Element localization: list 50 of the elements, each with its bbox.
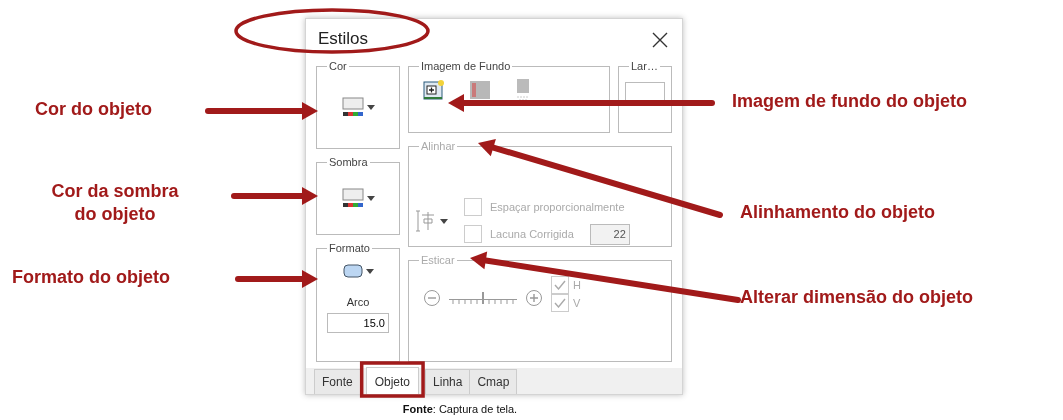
- zoom-in-button[interactable]: [525, 289, 543, 307]
- image-plus-icon: [423, 79, 445, 101]
- callout-label: Alinhamento do objeto: [740, 201, 935, 224]
- callout-label: Formato do objeto: [12, 266, 170, 289]
- caret-icon: [365, 268, 374, 274]
- group-label: Cor: [328, 61, 348, 72]
- arc-label: Arco: [346, 295, 370, 310]
- plus-circle-icon: [525, 289, 543, 307]
- arc-field[interactable]: 15.0: [327, 312, 389, 333]
- group-label: Esticar: [420, 255, 456, 266]
- check-icon: [554, 280, 566, 290]
- rounded-rectangle-icon: [342, 264, 363, 278]
- group-label: Imagem de Fundo: [420, 61, 512, 72]
- dialog-title: Estilos: [318, 28, 369, 51]
- checkbox-label: V: [573, 295, 581, 311]
- add-image-button[interactable]: [423, 79, 445, 101]
- tab[interactable]: Fonte: [314, 369, 361, 394]
- callout-label: Alterar dimensão do objeto: [740, 286, 974, 309]
- callout-label: Imagem de fundo do objeto: [732, 90, 967, 113]
- checkbox-label: Lacuna Corrigida: [490, 227, 574, 242]
- callout-label: Cor do objeto: [35, 98, 152, 121]
- caret-icon: [440, 218, 448, 224]
- color-swatch-icon: [341, 97, 364, 117]
- color-swatch-icon: [341, 188, 364, 208]
- slider-ticks-icon: [449, 298, 517, 304]
- image-icon: [469, 79, 491, 101]
- zoom-out-button[interactable]: [423, 289, 441, 307]
- color-picker-button[interactable]: [341, 97, 375, 117]
- checkbox-label: H: [573, 277, 581, 293]
- slider-track[interactable]: [449, 291, 517, 305]
- callout-label: Cor da sombra do objeto: [50, 180, 180, 227]
- shape-picker-button[interactable]: [342, 264, 374, 278]
- caret-icon: [366, 195, 375, 201]
- color-picker-button[interactable]: [341, 188, 375, 208]
- highlight-frame: [359, 361, 425, 398]
- image-icon: [515, 78, 531, 102]
- align-icon: [415, 209, 437, 234]
- check-icon: [554, 298, 566, 308]
- checkbox-label: Espaçar proporcionalmente: [490, 199, 625, 215]
- group-label: Sombra: [328, 157, 369, 168]
- tab[interactable]: Cmap: [469, 369, 518, 394]
- caret-icon: [366, 104, 375, 110]
- group-label: Lar…: [630, 61, 659, 72]
- figure-caption: Fonte: Captura de tela.: [401, 402, 519, 417]
- tab[interactable]: Linha: [425, 369, 471, 394]
- group-label: Alinhar: [420, 141, 457, 152]
- tab[interactable]: Objeto: [365, 367, 420, 394]
- close-icon: [652, 32, 668, 49]
- group-label: Formato: [328, 243, 371, 254]
- minus-circle-icon: [423, 289, 441, 307]
